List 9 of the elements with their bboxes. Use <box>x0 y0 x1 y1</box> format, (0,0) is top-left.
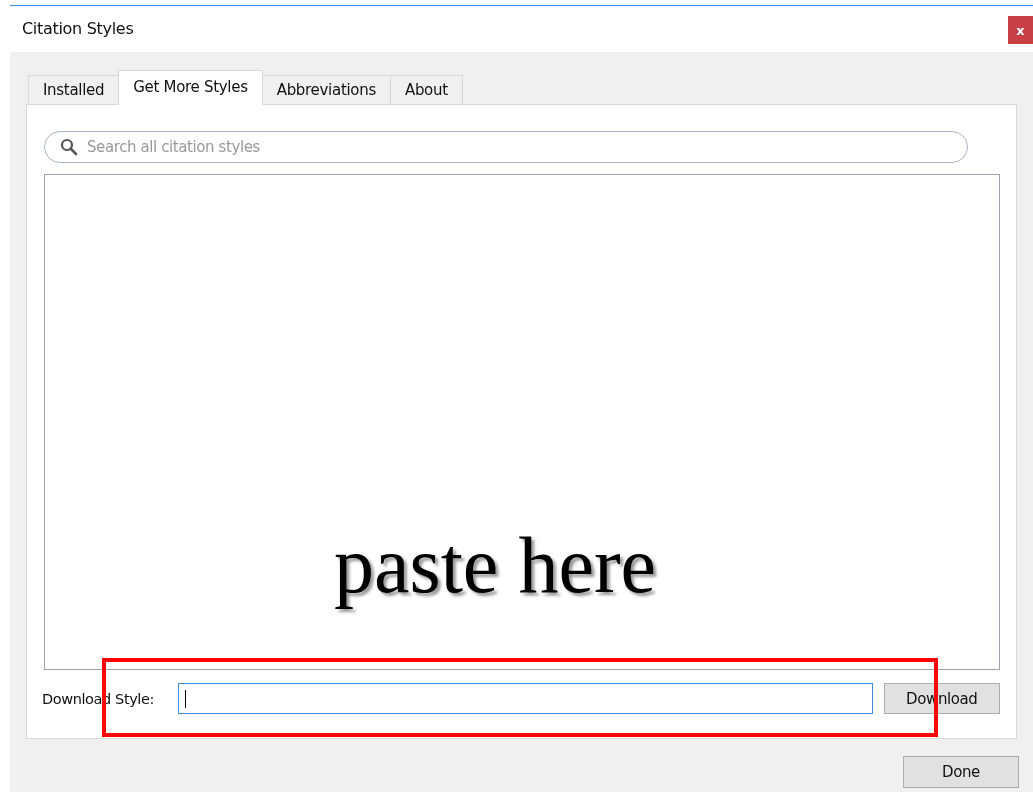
url-input-field[interactable] <box>178 683 873 714</box>
window-title: Citation Styles <box>22 19 134 38</box>
tab[interactable]: About <box>389 75 463 104</box>
style-list[interactable] <box>44 174 1000 670</box>
tab[interactable]: Installed <box>28 75 120 104</box>
tab[interactable]: Get More Styles <box>118 70 263 105</box>
close-button[interactable]: x <box>1008 16 1033 44</box>
search-field[interactable]: Search all citation styles <box>44 131 968 163</box>
done-button[interactable]: Done <box>903 756 1019 788</box>
